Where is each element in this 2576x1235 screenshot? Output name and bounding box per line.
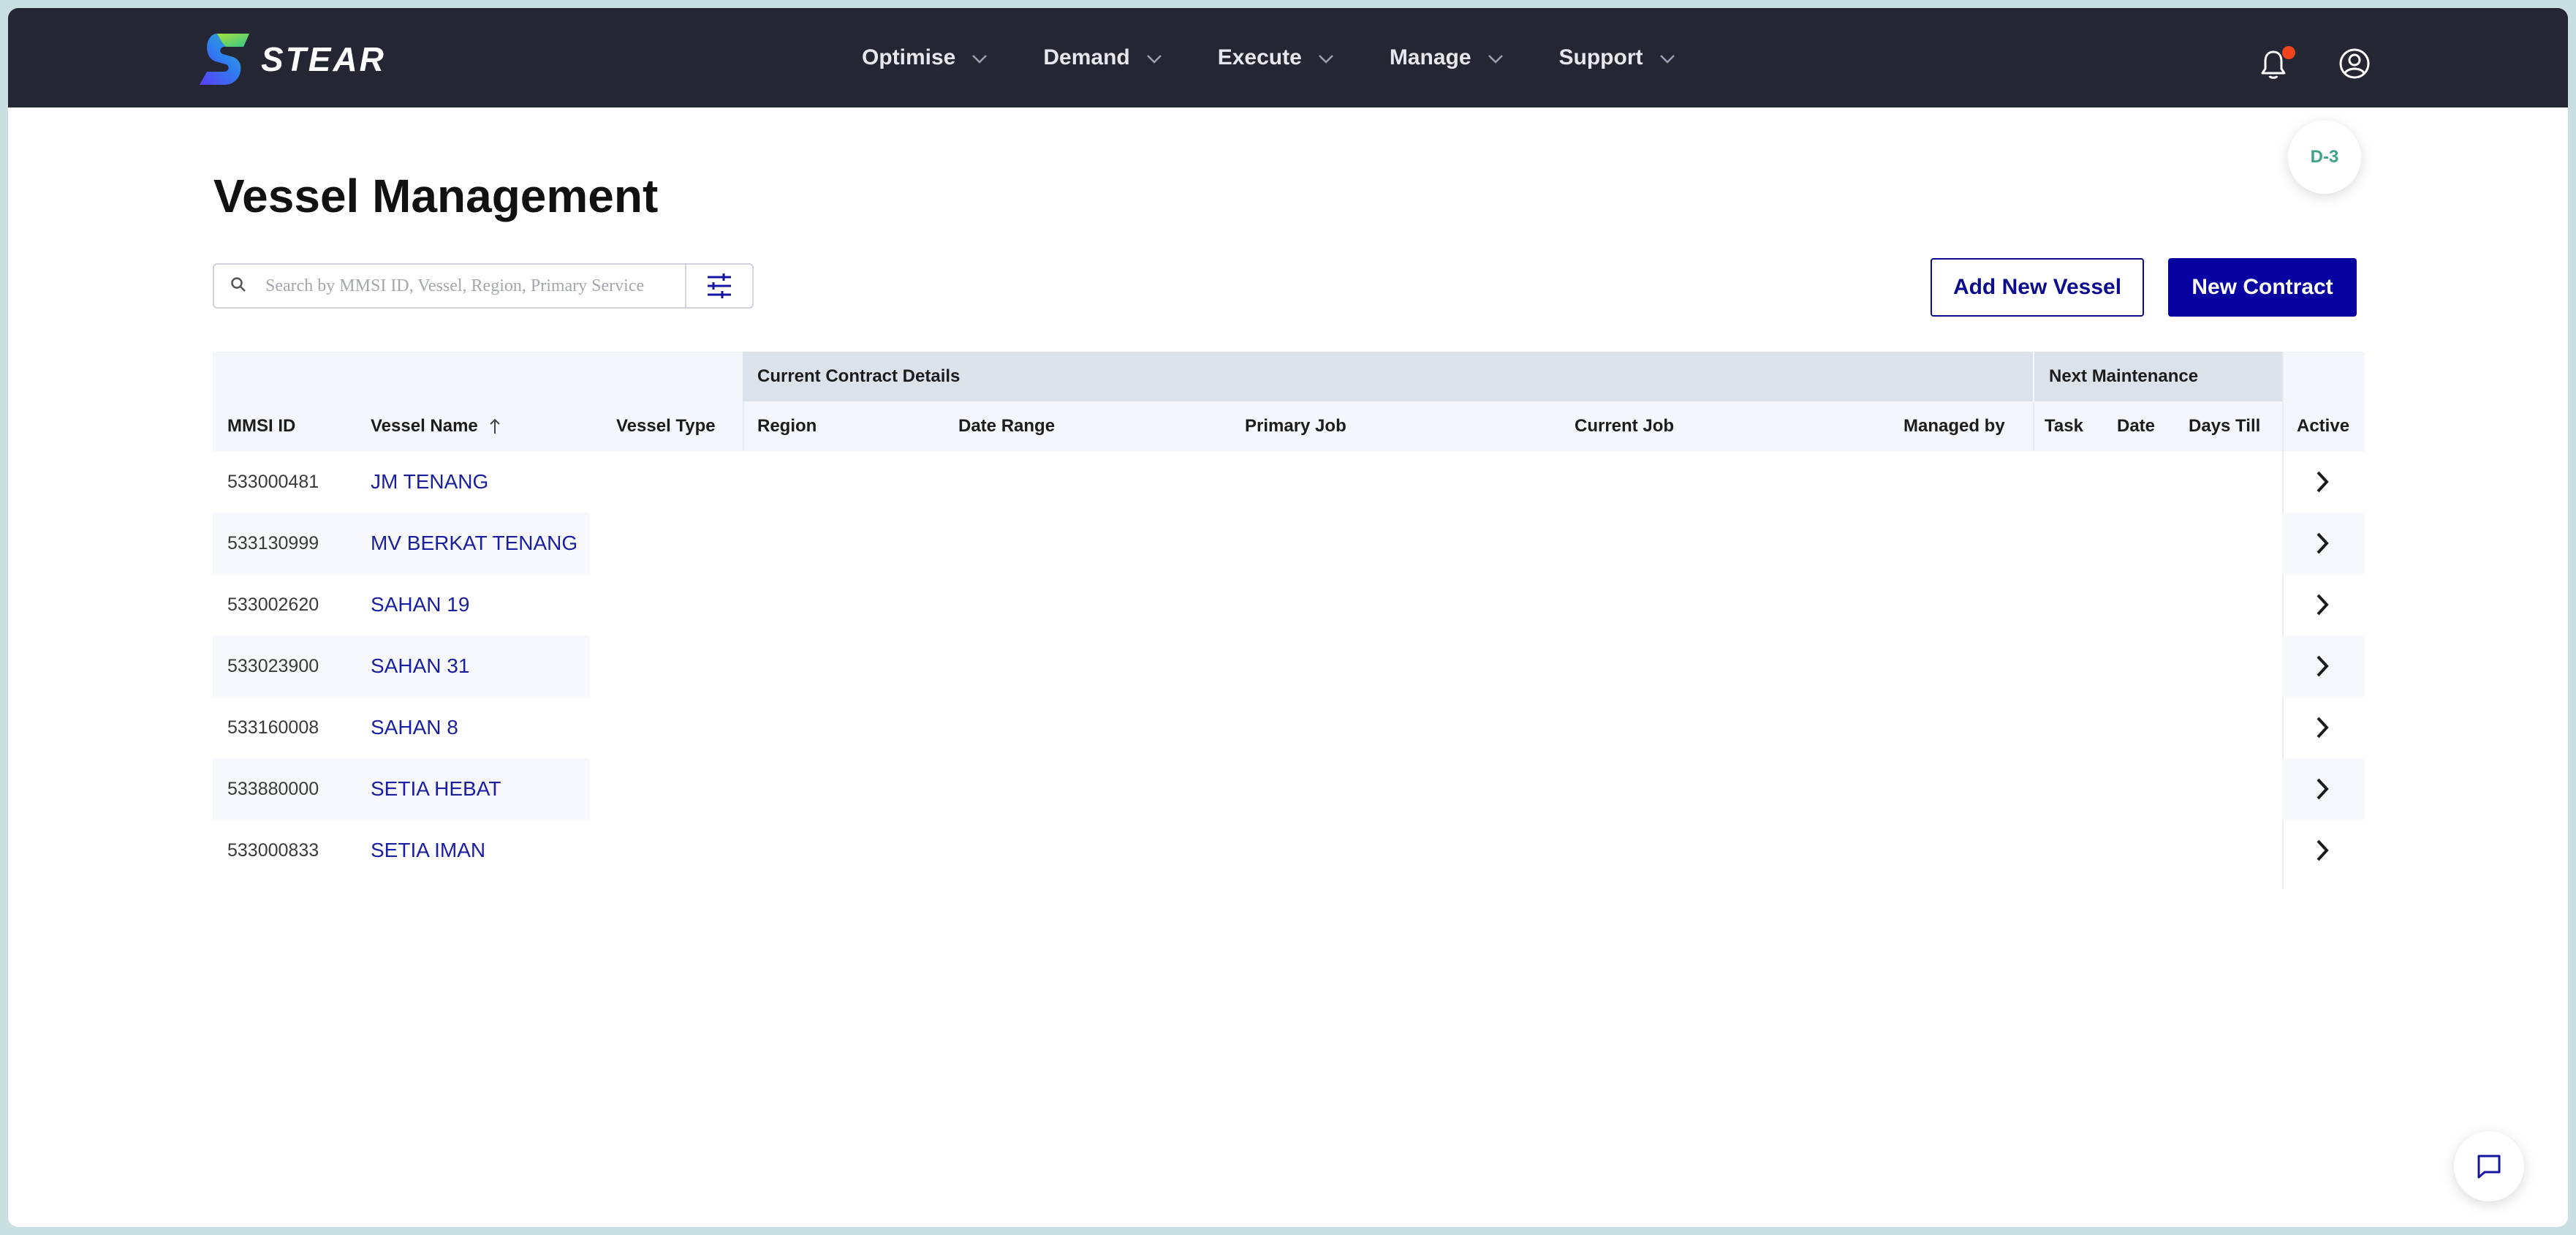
row-open-button[interactable]: [2293, 758, 2352, 820]
row-open-button[interactable]: [2293, 451, 2352, 513]
row-open-button[interactable]: [2293, 697, 2352, 758]
search-input[interactable]: [264, 275, 676, 297]
mmsi-cell: 533130999: [227, 532, 319, 554]
chevron-down-icon: [1659, 45, 1675, 70]
vessel-name-link[interactable]: MV BERKAT TENANG: [371, 513, 577, 574]
table-row[interactable]: 533160008 SAHAN 8: [213, 697, 2365, 758]
notification-dot: [2282, 46, 2295, 59]
vessel-name-link[interactable]: SETIA HEBAT: [371, 758, 501, 820]
nav-item-label: Manage: [1389, 45, 1471, 69]
column-header-vessel-name[interactable]: Vessel Name: [371, 401, 501, 451]
chevron-right-icon: [2316, 471, 2329, 493]
search-box: [213, 263, 686, 309]
column-header-mmsi[interactable]: MMSI ID: [227, 401, 295, 451]
vessel-name-link[interactable]: SAHAN 19: [371, 574, 469, 635]
sliders-icon: [708, 273, 731, 298]
column-header-managed-by[interactable]: Managed by: [1903, 401, 2005, 451]
stear-logo-icon: [200, 34, 249, 85]
mmsi-cell: 533000833: [227, 839, 319, 861]
brand-logo[interactable]: STEAR: [195, 30, 386, 88]
chat-button[interactable]: [2454, 1131, 2524, 1201]
nav-item-demand[interactable]: Demand: [1043, 45, 1162, 70]
mmsi-cell: 533002620: [227, 594, 319, 615]
chevron-right-icon: [2316, 778, 2329, 800]
column-header-date[interactable]: Date: [2117, 401, 2155, 451]
add-new-vessel-button[interactable]: Add New Vessel: [1931, 258, 2144, 317]
column-header-date-range[interactable]: Date Range: [958, 401, 1055, 451]
table-row[interactable]: 533023900 SAHAN 31: [213, 635, 2365, 697]
nav-item-optimise[interactable]: Optimise: [862, 45, 988, 70]
chevron-right-icon: [2316, 594, 2329, 616]
vessel-name-link[interactable]: SETIA IMAN: [371, 820, 485, 881]
group-next-maintenance: Next Maintenance: [2033, 352, 2282, 401]
row-open-button[interactable]: [2293, 513, 2352, 574]
chevron-right-icon: [2316, 532, 2329, 554]
nav-item-label: Execute: [1217, 45, 1302, 69]
table-row[interactable]: 533002620 SAHAN 19: [213, 574, 2365, 635]
user-avatar-icon: [2339, 48, 2370, 79]
main-nav: Optimise Demand Execute Manage Support: [862, 8, 1731, 107]
nav-item-label: Demand: [1043, 45, 1130, 69]
mmsi-cell: 533000481: [227, 471, 319, 492]
nav-item-label: Optimise: [862, 45, 956, 69]
chevron-right-icon: [2316, 839, 2329, 861]
chevron-right-icon: [2316, 655, 2329, 677]
vessel-name-link[interactable]: SAHAN 31: [371, 635, 469, 697]
table-header-row: MMSI ID Vessel Name Vessel Type Region D…: [213, 401, 2365, 451]
column-header-primary-job[interactable]: Primary Job: [1245, 401, 1346, 451]
column-header-current-job[interactable]: Current Job: [1575, 401, 1674, 451]
new-contract-button[interactable]: New Contract: [2168, 258, 2357, 317]
column-header-vessel-type[interactable]: Vessel Type: [616, 401, 716, 451]
filter-button[interactable]: [685, 263, 754, 309]
sort-ascending-icon: [488, 418, 501, 435]
brand-name: STEAR: [261, 40, 386, 78]
vessel-name-link[interactable]: JM TENANG: [371, 451, 488, 513]
nav-item-manage[interactable]: Manage: [1390, 45, 1504, 70]
top-navbar: STEAR Optimise Demand Execute Manage Sup…: [8, 8, 2568, 107]
column-header-label: Vessel Name: [371, 416, 478, 436]
column-header-task[interactable]: Task: [2045, 401, 2083, 451]
user-menu-button[interactable]: [2338, 48, 2371, 83]
mmsi-cell: 533160008: [227, 717, 319, 738]
column-header-active[interactable]: Active: [2297, 401, 2349, 451]
mmsi-cell: 533023900: [227, 655, 319, 676]
table-row[interactable]: 533000481 JM TENANG: [213, 451, 2365, 513]
page-title: Vessel Management: [213, 170, 659, 222]
app-window: STEAR Optimise Demand Execute Manage Sup…: [8, 8, 2568, 1227]
column-divider: [743, 401, 744, 451]
table-row[interactable]: 533130999 MV BERKAT TENANG: [213, 513, 2365, 574]
column-divider: [2033, 401, 2034, 451]
environment-badge[interactable]: D-3: [2288, 121, 2361, 194]
chevron-down-icon: [971, 45, 988, 70]
row-open-button[interactable]: [2293, 635, 2352, 697]
chevron-down-icon: [1146, 45, 1162, 70]
mmsi-cell: 533880000: [227, 778, 319, 799]
group-current-contract: Current Contract Details: [743, 352, 2033, 401]
search-icon: [230, 276, 246, 296]
nav-item-label: Support: [1558, 45, 1643, 69]
chevron-right-icon: [2316, 717, 2329, 739]
table-group-header: Current Contract Details Next Maintenanc…: [213, 352, 2365, 401]
table-row[interactable]: 533000833 SETIA IMAN: [213, 820, 2365, 881]
nav-item-execute[interactable]: Execute: [1218, 45, 1334, 70]
column-header-region[interactable]: Region: [757, 401, 817, 451]
chevron-down-icon: [1488, 45, 1504, 70]
chevron-down-icon: [1318, 45, 1334, 70]
nav-item-support[interactable]: Support: [1559, 45, 1675, 70]
row-open-button[interactable]: [2293, 574, 2352, 635]
column-header-days-till[interactable]: Days Till: [2189, 401, 2260, 451]
vessel-name-link[interactable]: SAHAN 8: [371, 697, 458, 758]
table-row[interactable]: 533880000 SETIA HEBAT: [213, 758, 2365, 820]
chat-icon: [2477, 1155, 2501, 1179]
row-open-button[interactable]: [2293, 820, 2352, 881]
